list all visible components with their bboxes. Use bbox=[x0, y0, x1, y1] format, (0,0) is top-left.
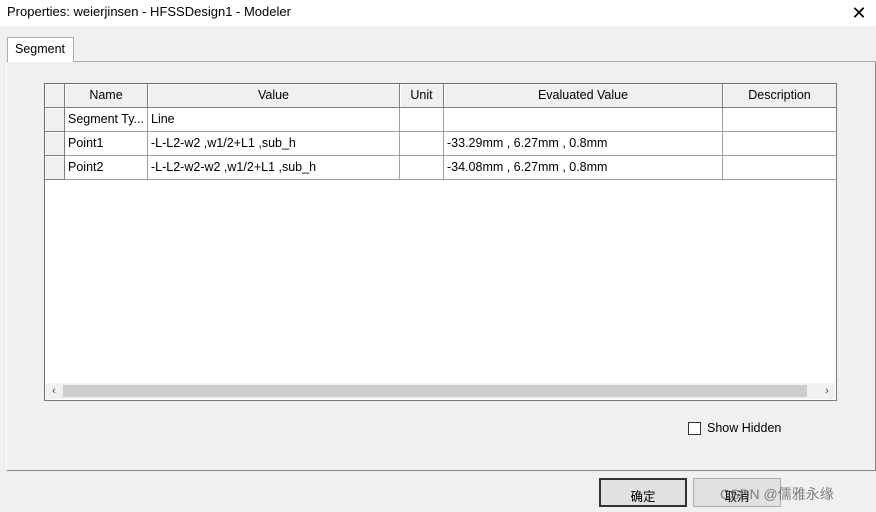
chevron-right-icon: › bbox=[825, 385, 829, 397]
table-row[interactable]: Segment Ty... Line bbox=[45, 108, 836, 132]
column-header-unit[interactable]: Unit bbox=[400, 84, 444, 108]
cell-description[interactable] bbox=[723, 156, 836, 180]
cell-value[interactable]: -L-L2-w2 ,w1/2+L1 ,sub_h bbox=[148, 132, 400, 156]
close-button[interactable]: ✕ bbox=[842, 0, 876, 26]
cell-unit[interactable] bbox=[400, 108, 444, 132]
chevron-left-icon: ‹ bbox=[52, 385, 56, 397]
show-hidden-checkbox[interactable] bbox=[688, 421, 701, 435]
title-bar: Properties: weierjinsen - HFSSDesign1 - … bbox=[0, 0, 876, 26]
column-header-evaluated-value[interactable]: Evaluated Value bbox=[444, 84, 723, 108]
tab-label: Segment bbox=[15, 42, 66, 56]
watermark-text: CSDN @儒雅永缘 bbox=[720, 486, 834, 502]
tab-segment[interactable]: Segment bbox=[7, 37, 74, 62]
cell-evaluated-value: -33.29mm , 6.27mm , 0.8mm bbox=[444, 132, 723, 156]
cell-value[interactable]: Line bbox=[148, 108, 400, 132]
cell-evaluated-value bbox=[444, 108, 723, 132]
cell-unit[interactable] bbox=[400, 132, 444, 156]
show-hidden-option[interactable]: Show Hidden bbox=[688, 421, 781, 435]
scrollbar-thumb[interactable] bbox=[63, 385, 807, 397]
ok-button[interactable]: 确定 bbox=[599, 478, 687, 507]
cell-name: Point2 bbox=[65, 156, 148, 180]
cell-name: Segment Ty... bbox=[65, 108, 148, 132]
cell-evaluated-value: -34.08mm , 6.27mm , 0.8mm bbox=[444, 156, 723, 180]
cell-name: Point1 bbox=[65, 132, 148, 156]
row-header[interactable] bbox=[45, 132, 65, 156]
column-header-value[interactable]: Value bbox=[148, 84, 400, 108]
show-hidden-label: Show Hidden bbox=[707, 421, 782, 435]
cell-description[interactable] bbox=[723, 132, 836, 156]
row-header[interactable] bbox=[45, 156, 65, 180]
properties-table[interactable]: Name Value Unit Evaluated Value Descript… bbox=[44, 83, 837, 401]
table-row[interactable]: Point1 -L-L2-w2 ,w1/2+L1 ,sub_h -33.29mm… bbox=[45, 132, 836, 156]
window-title: Properties: weierjinsen - HFSSDesign1 - … bbox=[7, 4, 291, 19]
cell-value[interactable]: -L-L2-w2-w2 ,w1/2+L1 ,sub_h bbox=[148, 156, 400, 180]
close-icon: ✕ bbox=[851, 2, 867, 23]
row-header[interactable] bbox=[45, 108, 65, 132]
column-header-name[interactable]: Name bbox=[65, 84, 148, 108]
row-header-corner bbox=[45, 84, 65, 108]
scroll-left-button[interactable]: ‹ bbox=[46, 383, 62, 399]
column-header-description[interactable]: Description bbox=[723, 84, 836, 108]
horizontal-scrollbar[interactable]: ‹ › bbox=[46, 383, 835, 399]
table-header-row: Name Value Unit Evaluated Value Descript… bbox=[45, 84, 836, 108]
table-row[interactable]: Point2 -L-L2-w2-w2 ,w1/2+L1 ,sub_h -34.0… bbox=[45, 156, 836, 180]
cell-unit[interactable] bbox=[400, 156, 444, 180]
cell-description[interactable] bbox=[723, 108, 836, 132]
scroll-right-button[interactable]: › bbox=[819, 383, 835, 399]
